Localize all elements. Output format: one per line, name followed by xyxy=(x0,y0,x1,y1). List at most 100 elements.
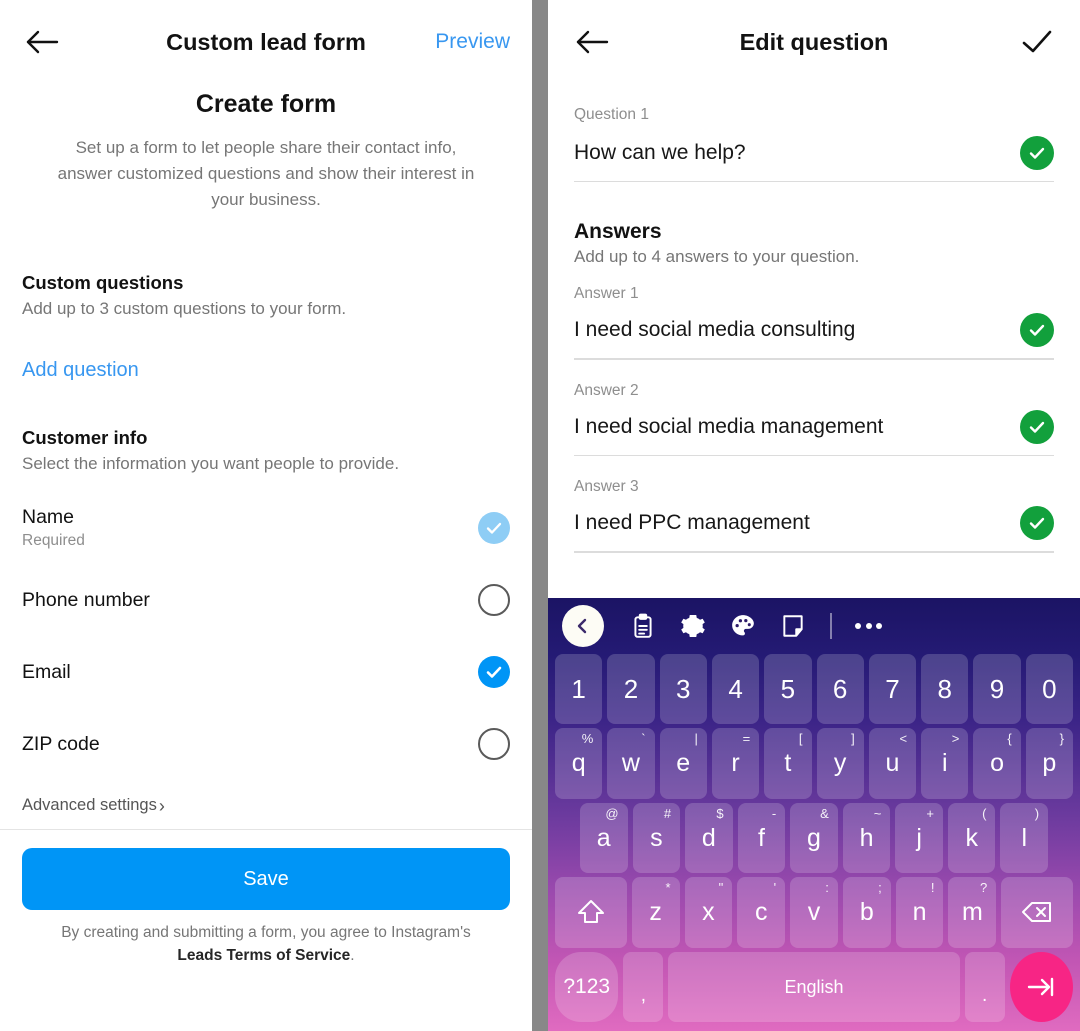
key-o[interactable]: {o xyxy=(973,728,1021,799)
custom-lead-form-panel: Custom lead form Preview Create form Set… xyxy=(0,0,532,1031)
resize-icon[interactable] xyxy=(768,601,818,651)
virtual-keyboard: 1 2 3 4 5 6 7 8 9 0 % q ` w | e = r [t ] y < u… xyxy=(548,598,1080,1031)
legal-link[interactable]: Leads Terms of Service xyxy=(177,947,350,964)
key-e[interactable]: | e xyxy=(659,728,707,799)
key-9[interactable]: 9 xyxy=(973,654,1021,725)
key-label: d xyxy=(701,823,716,852)
key-x[interactable]: " x xyxy=(684,877,733,948)
key-sup: " xyxy=(718,880,724,896)
key-label: r xyxy=(731,749,740,778)
key-sup: ! xyxy=(930,880,935,896)
key-a[interactable]: @ a xyxy=(579,802,628,874)
key-3[interactable]: 3 xyxy=(659,654,707,725)
key-6[interactable]: 6 xyxy=(816,654,864,725)
answer-input-value[interactable]: I need PPC management xyxy=(574,511,810,535)
info-row-email[interactable]: Email xyxy=(0,636,532,708)
enter-icon[interactable] xyxy=(1009,951,1073,1023)
answer-field-3[interactable]: Answer 3 I need PPC management xyxy=(548,478,1080,553)
checkbox-name[interactable] xyxy=(478,512,510,545)
key-d[interactable]: $ d xyxy=(685,802,733,874)
key-h[interactable]: ~ h xyxy=(842,802,891,874)
info-row-phone[interactable]: Phone number xyxy=(0,564,532,636)
checkbox-email[interactable] xyxy=(478,656,510,689)
answer-input-value[interactable]: I need social media management xyxy=(574,415,883,439)
key-1[interactable]: 1 xyxy=(555,654,603,725)
key-j[interactable]: + j xyxy=(895,802,943,874)
field-underline xyxy=(574,551,1054,553)
key-sup: @ xyxy=(605,805,619,821)
key-8[interactable]: 8 xyxy=(921,654,969,725)
key-label: . xyxy=(981,985,988,1007)
key-label: s xyxy=(650,823,663,852)
key-u[interactable]: < u xyxy=(868,728,917,799)
shift-icon[interactable] xyxy=(555,877,627,948)
question-field[interactable]: Question 1 How can we help? xyxy=(548,106,1080,183)
key-i[interactable]: > i xyxy=(921,728,969,799)
key-r[interactable]: = r xyxy=(711,728,760,799)
key-w[interactable]: ` w xyxy=(607,728,655,799)
field-underline xyxy=(574,454,1054,457)
question-valid-icon xyxy=(1020,136,1054,170)
key-label: 2 xyxy=(623,674,639,705)
clipboard-icon[interactable] xyxy=(618,601,668,651)
key-z[interactable]: * z xyxy=(631,877,680,948)
save-button[interactable]: Save xyxy=(22,848,510,911)
custom-questions-section: Custom questions Add up to 3 custom ques… xyxy=(0,272,532,319)
key-7[interactable]: 7 xyxy=(868,654,917,725)
save-section: Save By creating and submitting a form, … xyxy=(0,830,532,967)
back-arrow-icon[interactable] xyxy=(22,22,62,62)
key-g[interactable]: & g xyxy=(790,802,838,874)
key-0[interactable]: 0 xyxy=(1025,654,1073,725)
period-key[interactable]: . xyxy=(964,951,1005,1023)
space-key[interactable]: English xyxy=(668,951,960,1023)
key-v[interactable]: :v xyxy=(790,877,838,948)
palette-icon[interactable] xyxy=(718,601,768,651)
key-s[interactable]: # s xyxy=(632,802,681,874)
confirm-check-icon[interactable] xyxy=(1018,23,1056,61)
key-label: j xyxy=(916,823,922,852)
question-input-value[interactable]: How can we help? xyxy=(574,141,746,165)
key-t[interactable]: [t xyxy=(764,728,812,799)
key-l[interactable]: ) l xyxy=(1000,802,1049,874)
preview-button[interactable]: Preview xyxy=(435,30,510,54)
key-4[interactable]: 4 xyxy=(711,654,760,725)
checkbox-zip-code[interactable] xyxy=(478,728,510,761)
answer-field-2[interactable]: Answer 2 I need social media management xyxy=(548,381,1080,457)
keyboard-toolbar xyxy=(552,598,1076,654)
key-b[interactable]: ; b xyxy=(842,877,891,948)
answer-input-value[interactable]: I need social media consulting xyxy=(574,318,855,342)
key-2[interactable]: 2 xyxy=(607,654,655,725)
create-form-description: Set up a form to let people share their … xyxy=(57,138,475,209)
back-circle-icon[interactable] xyxy=(562,605,604,647)
checkbox-phone-number[interactable] xyxy=(478,584,510,617)
more-icon[interactable] xyxy=(844,601,894,651)
answer-label: Answer 2 xyxy=(574,381,639,399)
key-m[interactable]: ? m xyxy=(948,877,997,948)
gear-icon[interactable] xyxy=(668,601,718,651)
key-c[interactable]: ' c xyxy=(737,877,786,948)
key-p[interactable]: } p xyxy=(1025,728,1073,799)
backspace-icon[interactable] xyxy=(1001,877,1073,948)
key-sup: $ xyxy=(716,805,724,821)
panel-divider xyxy=(532,0,548,1031)
symbols-key[interactable]: ?123 xyxy=(555,951,619,1023)
key-n[interactable]: ! n xyxy=(895,877,944,948)
info-row-zip[interactable]: ZIP code xyxy=(0,708,532,780)
key-sup: # xyxy=(663,805,672,821)
key-5[interactable]: 5 xyxy=(764,654,812,725)
comma-key[interactable]: , xyxy=(623,951,664,1023)
key-label: 4 xyxy=(728,674,743,705)
advanced-settings-link[interactable]: Advanced settings › xyxy=(0,796,532,815)
key-label: g xyxy=(807,823,821,852)
customer-info-title: Customer info xyxy=(22,427,148,449)
key-sup: - xyxy=(771,805,777,821)
info-row-name[interactable]: Name Required xyxy=(0,492,532,564)
key-k[interactable]: (k xyxy=(947,802,996,874)
key-q[interactable]: % q xyxy=(555,728,603,799)
left-nav-bar: Custom lead form Preview xyxy=(0,0,532,84)
key-y[interactable]: ] y xyxy=(816,728,864,799)
answer-field-1[interactable]: Answer 1 I need social media consulting xyxy=(548,285,1080,360)
key-f[interactable]: -f xyxy=(737,802,786,874)
add-question-button[interactable]: Add question xyxy=(22,359,510,382)
key-label: k xyxy=(965,823,978,852)
